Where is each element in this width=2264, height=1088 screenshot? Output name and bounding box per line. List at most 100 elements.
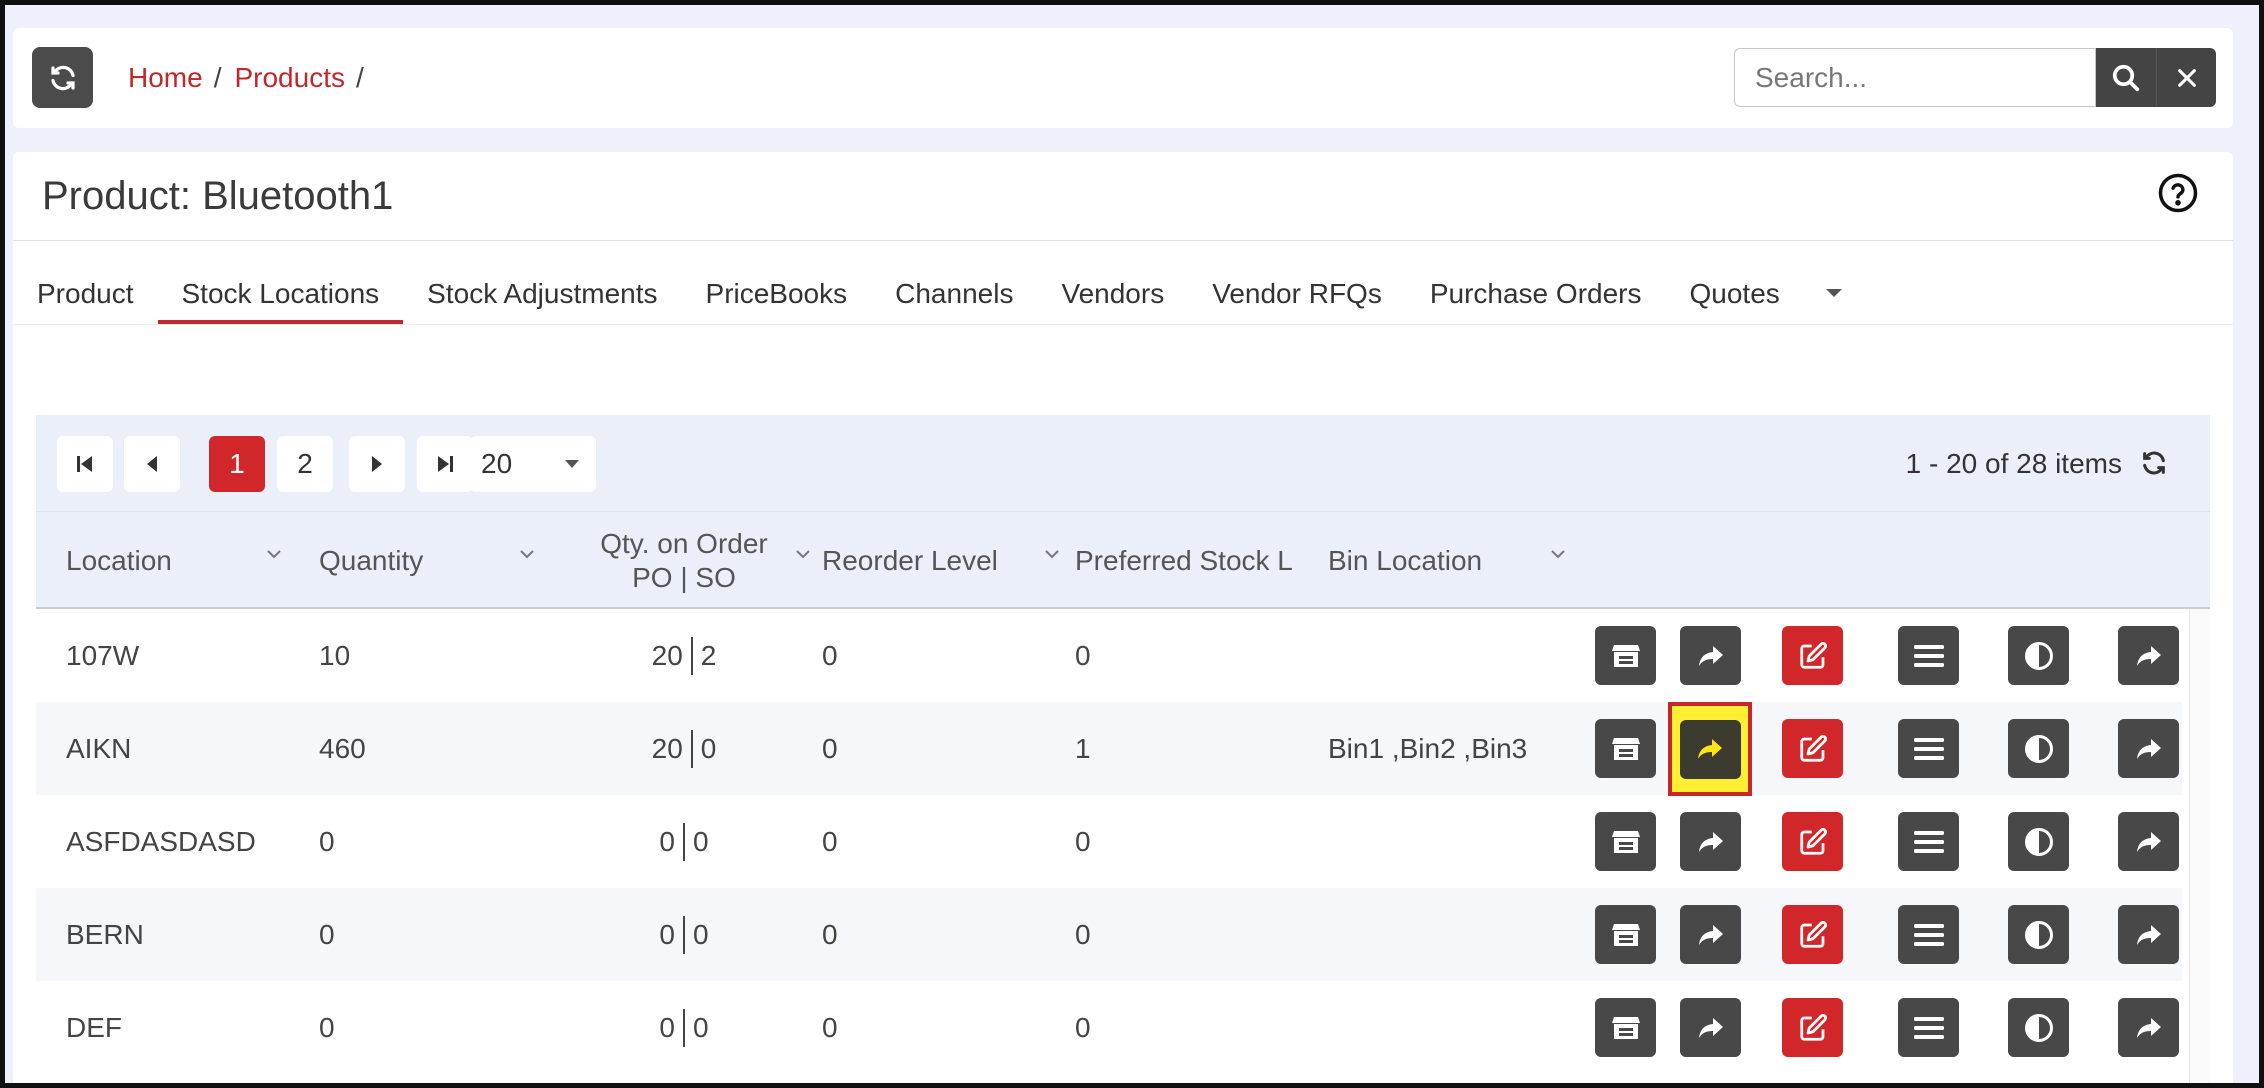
- adjust-button[interactable]: [2008, 998, 2069, 1057]
- tabs-more-button[interactable]: [1814, 242, 1854, 322]
- vertical-scrollbar[interactable]: [2189, 609, 2210, 1088]
- breadcrumb-home[interactable]: Home: [128, 62, 203, 94]
- clear-search-button[interactable]: [2156, 48, 2216, 107]
- search-input[interactable]: [1734, 48, 2096, 107]
- page-button-1[interactable]: 1: [209, 436, 265, 492]
- next-page-button[interactable]: [349, 436, 405, 492]
- edit-button[interactable]: [1782, 812, 1843, 871]
- adjust-button[interactable]: [2008, 719, 2069, 778]
- separator: [683, 822, 685, 861]
- move-button[interactable]: [2118, 812, 2179, 871]
- adjust-button[interactable]: [2008, 905, 2069, 964]
- previous-page-button[interactable]: [124, 436, 180, 492]
- warehouse-button[interactable]: [1595, 626, 1656, 685]
- edit-button[interactable]: [1782, 719, 1843, 778]
- column-header-location[interactable]: Location: [66, 512, 291, 609]
- share-icon: [2135, 830, 2163, 854]
- refresh-icon[interactable]: [2140, 449, 2168, 477]
- first-page-button[interactable]: [57, 436, 113, 492]
- details-button[interactable]: [1898, 719, 1959, 778]
- chevron-down-icon[interactable]: [519, 549, 535, 559]
- chevron-down-icon[interactable]: [1550, 549, 1566, 559]
- share-icon: [1697, 830, 1725, 854]
- warehouse-icon: [1611, 736, 1641, 762]
- column-header-qty-on-order[interactable]: Qty. on Order PO | SO: [559, 512, 811, 609]
- column-header-reorder-level[interactable]: Reorder Level: [822, 512, 1062, 609]
- warehouse-button[interactable]: [1595, 998, 1656, 1057]
- tab-pricebooks[interactable]: PriceBooks: [682, 242, 872, 322]
- page-title: Product: Bluetooth1: [42, 174, 394, 218]
- transfer-button[interactable]: [1679, 719, 1741, 779]
- transfer-button[interactable]: [1680, 812, 1741, 871]
- help-icon[interactable]: [2157, 172, 2199, 214]
- tab-product[interactable]: Product: [13, 242, 158, 322]
- tab-vendor-rfqs[interactable]: Vendor RFQs: [1188, 242, 1406, 322]
- product-card: Product: Bluetooth1 Product Stock Locati…: [13, 152, 2233, 1088]
- share-icon: [2135, 923, 2163, 947]
- chevron-down-icon[interactable]: [795, 549, 811, 559]
- edit-button[interactable]: [1782, 905, 1843, 964]
- warehouse-button[interactable]: [1595, 719, 1656, 778]
- transfer-button[interactable]: [1680, 998, 1741, 1057]
- caret-down-icon: [1825, 289, 1842, 297]
- chevron-down-icon[interactable]: [1044, 549, 1060, 559]
- transfer-button[interactable]: [1680, 905, 1741, 964]
- adjust-button[interactable]: [2008, 626, 2069, 685]
- tab-channels[interactable]: Channels: [871, 242, 1037, 322]
- tab-quotes[interactable]: Quotes: [1665, 242, 1803, 322]
- transfer-button[interactable]: [1680, 626, 1741, 685]
- column-title: Quantity: [319, 544, 424, 576]
- refresh-button[interactable]: [32, 47, 93, 108]
- move-button[interactable]: [2118, 905, 2179, 964]
- grid-header: Location Quantity Qty. on Order PO | SO …: [36, 512, 2210, 609]
- cell-po: 20: [651, 733, 683, 764]
- refresh-icon: [50, 65, 75, 90]
- move-button[interactable]: [2118, 998, 2179, 1057]
- tab-stock-adjustments[interactable]: Stock Adjustments: [403, 242, 681, 322]
- tab-purchase-orders[interactable]: Purchase Orders: [1406, 242, 1666, 322]
- column-header-preferred-stock[interactable]: Preferred Stock L: [1075, 512, 1307, 609]
- edit-button[interactable]: [1782, 626, 1843, 685]
- details-button[interactable]: [1898, 812, 1959, 871]
- contrast-icon: [2024, 920, 2054, 950]
- edit-button[interactable]: [1782, 998, 1843, 1057]
- warehouse-button[interactable]: [1595, 905, 1656, 964]
- move-button[interactable]: [2118, 626, 2179, 685]
- warehouse-icon: [1611, 829, 1641, 855]
- table-row[interactable]: DEF 0 0 0 0 0: [36, 981, 2182, 1074]
- column-title-line: Qty. on Order: [600, 527, 768, 559]
- move-button[interactable]: [2118, 719, 2179, 778]
- tab-vendors[interactable]: Vendors: [1037, 242, 1188, 322]
- details-button[interactable]: [1898, 626, 1959, 685]
- table-row[interactable]: AIKN 460 20 0 0 1 Bin1 ,Bin2 ,Bin3: [36, 702, 2182, 796]
- cell-reorder-level: 0: [822, 826, 838, 857]
- page-button-2[interactable]: 2: [277, 436, 333, 492]
- chevron-down-icon[interactable]: [266, 549, 282, 559]
- cell-location: AIKN: [66, 733, 132, 764]
- warehouse-button[interactable]: [1595, 812, 1656, 871]
- search-button[interactable]: [2096, 48, 2156, 107]
- column-header-quantity[interactable]: Quantity: [319, 512, 544, 609]
- adjust-button[interactable]: [2008, 812, 2069, 871]
- cell-so: 0: [693, 1012, 709, 1043]
- first-page-icon: [77, 456, 92, 472]
- details-button[interactable]: [1898, 905, 1959, 964]
- table-row[interactable]: BERN 0 0 0 0 0: [36, 888, 2182, 981]
- share-icon: [1696, 737, 1724, 761]
- table-row[interactable]: 107W 10 20 2 0 0: [36, 609, 2182, 702]
- table-row[interactable]: ASFDASDASD 0 0 0 0 0: [36, 795, 2182, 888]
- menu-icon: [1913, 1015, 1945, 1041]
- cell-location: DEF: [66, 1012, 122, 1043]
- tab-stock-locations[interactable]: Stock Locations: [157, 242, 404, 324]
- cell-qty-on-order: 00: [559, 795, 809, 888]
- page-size-select[interactable]: 20: [470, 436, 596, 492]
- breadcrumb-separator: /: [355, 62, 364, 93]
- breadcrumb-products[interactable]: Products: [234, 62, 345, 94]
- cell-preferred-stock: 0: [1075, 826, 1091, 857]
- column-title: Reorder Level: [822, 544, 998, 576]
- column-header-bin-location[interactable]: Bin Location: [1328, 512, 1568, 609]
- last-page-button[interactable]: [417, 436, 473, 492]
- column-title: Preferred Stock L: [1075, 544, 1293, 576]
- details-button[interactable]: [1898, 998, 1959, 1057]
- edit-icon: [1798, 1013, 1828, 1043]
